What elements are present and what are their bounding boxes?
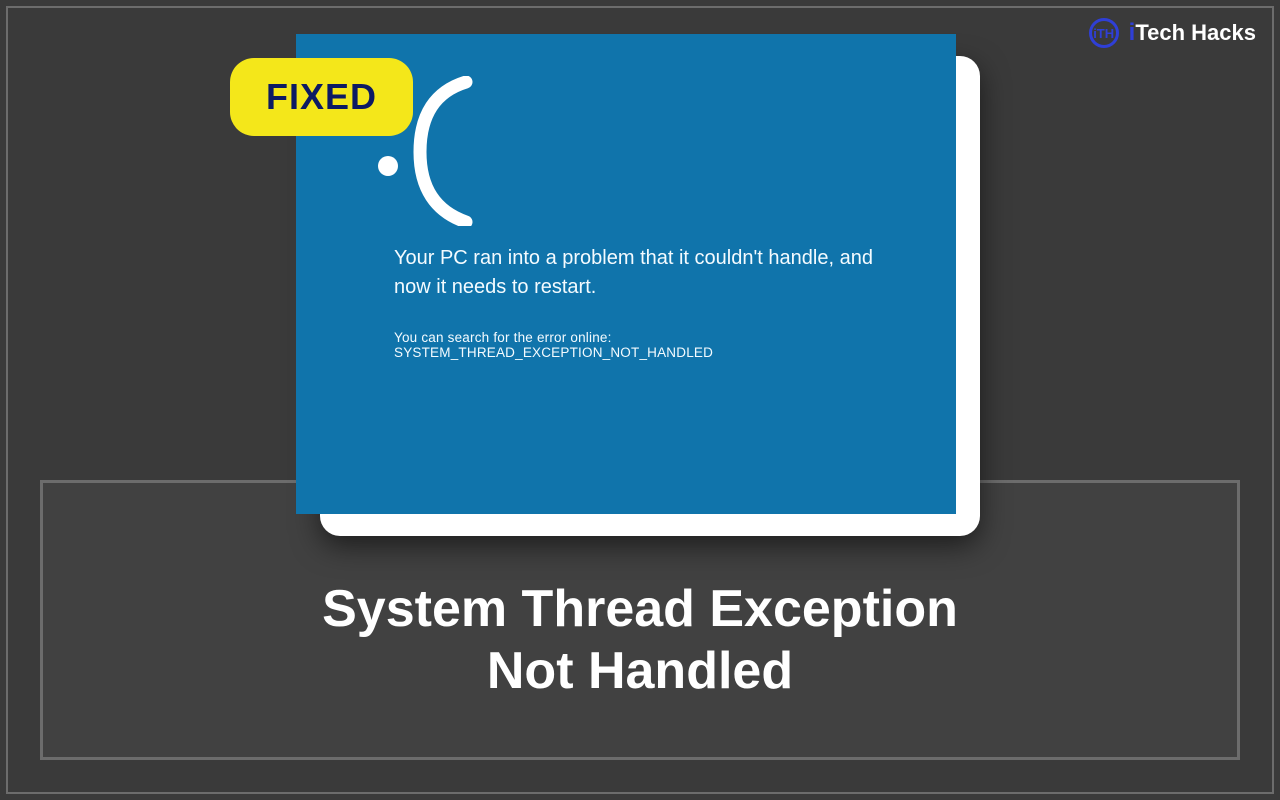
bsod-error-code-line: You can search for the error online: SYS… xyxy=(394,330,910,360)
fixed-badge: FIXED xyxy=(230,58,413,136)
badge-label: FIXED xyxy=(266,76,377,117)
title-line-1: System Thread Exception xyxy=(322,580,958,638)
site-brand: iTH iTech Hacks xyxy=(1089,18,1256,48)
brand-logo-text: iTH xyxy=(1093,26,1114,41)
brand-name-rest: Tech Hacks xyxy=(1135,20,1256,45)
brand-logo-icon: iTH xyxy=(1089,18,1119,48)
article-title: System Thread Exception Not Handled xyxy=(322,538,958,703)
sad-face-mouth xyxy=(412,76,482,226)
bsod-main-message: Your PC ran into a problem that it could… xyxy=(394,244,910,302)
sad-face-eye xyxy=(378,156,398,176)
title-line-2: Not Handled xyxy=(487,642,793,700)
